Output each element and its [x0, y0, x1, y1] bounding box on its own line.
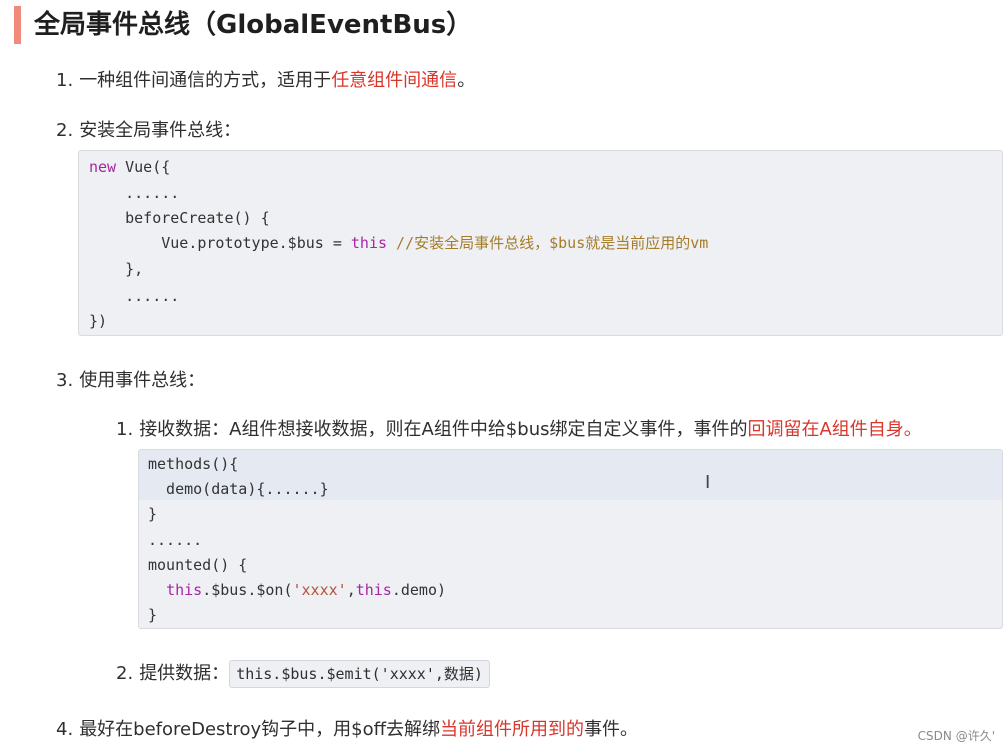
list-item-4: 4. 最好在beforeDestroy钩子中，用$off去解绑当前组件所用到的事件… — [56, 717, 638, 743]
code-string: 'xxxx' — [292, 581, 347, 599]
list-item-1: 1. 一种组件间通信的方式，适用于任意组件间通信。 — [56, 68, 475, 94]
list-item-3: 3. 使用事件总线： — [56, 368, 205, 394]
list-item-2: 2. 安装全局事件总线： — [56, 118, 241, 144]
code-line: } — [148, 505, 158, 523]
sub-item-1: 1. 接收数据：A组件想接收数据，则在A组件中给$bus绑定自定义事件，事件的回调… — [116, 417, 922, 443]
list-item-text: 最好在beforeDestroy钩子中，用$off去解绑 — [79, 719, 441, 740]
heading-accent-bar — [14, 6, 21, 44]
code-line: Vue.prototype.$bus = this //安装全局事件总线，$bu… — [89, 231, 708, 255]
list-item-text: 使用事件总线： — [79, 370, 206, 391]
code-comment: //安装全局事件总线，$bus就是当前应用的vm — [387, 234, 709, 252]
text-cursor-icon: I — [705, 472, 711, 493]
list-number: 2. — [56, 120, 74, 141]
code-keyword: this — [355, 581, 392, 599]
code-block-usage[interactable]: methods(){ demo(data){......} } ...... m… — [138, 449, 1003, 629]
code-keyword: this — [166, 581, 203, 599]
code-text: .demo) — [391, 581, 447, 599]
code-text: .$bus.$on( — [202, 581, 293, 599]
code-line: }) — [89, 312, 108, 330]
list-number: 1. — [56, 70, 74, 91]
highlight-text: 任意组件间通信 — [331, 70, 458, 91]
code-line: }, — [89, 260, 144, 278]
list-item-text: 一种组件间通信的方式，适用于 — [79, 70, 332, 91]
code-line: methods(){ — [148, 455, 239, 473]
highlight-text: 回调留在A组件自身。 — [747, 419, 922, 440]
list-item-tail: 。 — [457, 70, 476, 91]
code-keyword: this — [350, 234, 388, 252]
code-line: ...... — [89, 184, 180, 202]
watermark: CSDN @许久' — [917, 729, 995, 743]
list-number: 1. — [116, 419, 134, 440]
list-item-text: 提供数据： — [139, 663, 230, 684]
code-keyword: new — [89, 158, 117, 176]
list-item-text: 安装全局事件总线： — [79, 120, 242, 141]
code-line: demo(data){......} — [148, 480, 329, 498]
code-line: beforeCreate() { — [89, 209, 270, 227]
list-number: 3. — [56, 370, 74, 391]
code-text: Vue.prototype.$bus = — [89, 234, 351, 252]
code-text: , — [346, 581, 356, 599]
code-line: this.$bus.$on('xxxx',this.demo) — [148, 578, 446, 602]
code-block-install[interactable]: new Vue({ ...... beforeCreate() { Vue.pr… — [78, 150, 1003, 336]
code-line: new Vue({ — [89, 155, 170, 179]
list-number: 2. — [116, 663, 134, 684]
sub-item-2: 2. 提供数据： this.$bus.$emit('xxxx',数据) — [116, 660, 490, 688]
code-text: Vue({ — [116, 158, 171, 176]
list-number: 4. — [56, 719, 74, 740]
page-title: 全局事件总线（GlobalEventBus） — [34, 10, 473, 40]
code-line: mounted() { — [148, 556, 248, 574]
code-line: } — [148, 606, 158, 624]
code-line: ...... — [148, 531, 203, 549]
list-item-tail: 事件。 — [584, 719, 639, 740]
list-item-text: 接收数据：A组件想接收数据，则在A组件中给$bus绑定自定义事件，事件的 — [139, 419, 748, 440]
code-line: ...... — [89, 287, 180, 305]
inline-code: this.$bus.$emit('xxxx',数据) — [229, 660, 490, 688]
highlight-text: 当前组件所用到的 — [440, 719, 585, 740]
